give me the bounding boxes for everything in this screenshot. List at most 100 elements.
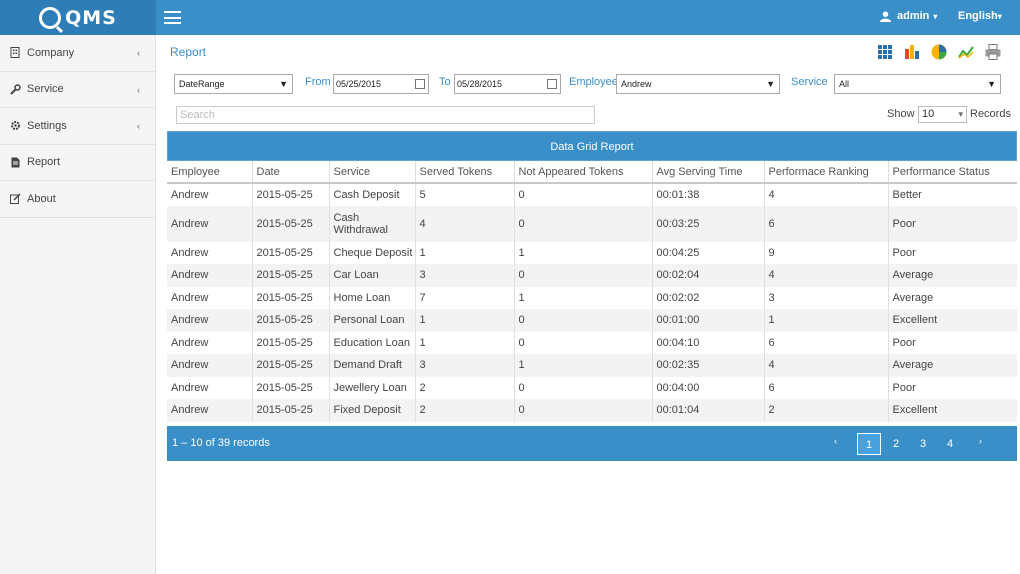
table-cell: 2 — [415, 399, 515, 422]
print-icon[interactable] — [984, 43, 1002, 61]
calendar-icon[interactable] — [415, 79, 425, 89]
service-select[interactable]: All ▼ — [834, 74, 1001, 94]
table-cell: Demand Draft — [329, 354, 416, 377]
table-cell: Andrew — [167, 376, 253, 399]
table-row[interactable]: Andrew 2015-05-25 Cash Deposit 5 0 00:01:38 4 B… — [167, 183, 1017, 206]
pie-chart-icon[interactable] — [930, 43, 948, 61]
table-row[interactable]: Andrew 2015-05-25 Jewellery Loan 2 0 00:04:00… — [167, 376, 1017, 399]
table-cell: 00:04:10 — [652, 331, 765, 354]
table-cell: Better — [892, 188, 922, 201]
from-date-field[interactable]: 05/25/2015 — [333, 74, 429, 94]
sidebar-item-service[interactable]: Service ‹ — [0, 72, 155, 108]
table-cell: Andrew — [167, 183, 253, 206]
table-row[interactable]: Andrew 2015-05-25 Cheque Deposit 1 1 00:04:25… — [167, 241, 1017, 264]
line-chart-icon[interactable] — [957, 43, 975, 61]
column-header[interactable]: Performace Ranking — [764, 161, 889, 184]
sidebar-item-company[interactable]: Company ‹ — [0, 35, 155, 72]
table-cell: Andrew — [167, 286, 253, 309]
table-header-row: Employee Date Service Served Tokens Not … — [167, 161, 1017, 184]
dropdown-arrow-icon: ▼ — [279, 79, 288, 89]
table-cell: 00:01:04 — [652, 399, 765, 422]
hamburger-menu-icon[interactable] — [164, 11, 181, 24]
table-cell: 5 — [415, 183, 515, 206]
edit-icon — [9, 193, 21, 205]
language-menu[interactable]: English▾ — [958, 10, 1002, 22]
table-row[interactable]: Andrew 2015-05-25 Cash Withdrawal 4 0 00:03:2… — [167, 205, 1017, 242]
table-cell: 0 — [514, 264, 653, 287]
logo-text: QMS — [65, 6, 117, 29]
page-1-button[interactable]: 1 — [857, 433, 881, 455]
app-logo[interactable]: QMS — [0, 0, 156, 35]
prev-page-icon[interactable]: ‹ — [834, 436, 837, 446]
to-date-field[interactable]: 05/28/2015 — [454, 74, 561, 94]
table-cell: Andrew — [167, 309, 253, 332]
chevron-left-icon: ‹ — [137, 84, 140, 95]
column-header[interactable]: Employee — [167, 161, 253, 184]
column-header[interactable]: Date — [252, 161, 330, 184]
sidebar-item-settings[interactable]: Settings ‹ — [0, 108, 155, 145]
chevron-down-icon: ▾ — [997, 12, 1002, 21]
table-cell: 00:02:35 — [652, 354, 765, 377]
table-row[interactable]: Andrew 2015-05-25 Home Loan 7 1 00:02:02 3 Aver… — [167, 286, 1017, 309]
main-content: Report DateRange ▼ From 05/25/2015 To 05… — [156, 35, 1020, 574]
table-cell: 1 — [514, 286, 653, 309]
column-header[interactable]: Avg Serving Time — [652, 161, 765, 184]
sidebar-item-label: About — [27, 192, 56, 205]
to-label: To — [439, 76, 451, 88]
table-cell: 2015-05-25 — [252, 286, 330, 309]
page-4-button[interactable]: 4 — [938, 433, 962, 455]
search-input[interactable]: Search — [176, 106, 595, 124]
column-header[interactable]: Served Tokens — [415, 161, 515, 184]
table-cell: 00:01:38 — [652, 183, 765, 206]
user-name: admin — [897, 10, 930, 22]
table-row[interactable]: Andrew 2015-05-25 Demand Draft 3 1 00:02:35 4 A… — [167, 354, 1017, 377]
table-cell: 4 — [764, 183, 889, 206]
column-header[interactable]: Not Appeared Tokens — [514, 161, 653, 184]
bar-chart-icon[interactable] — [903, 43, 921, 61]
table-cell: 2015-05-25 — [252, 264, 330, 287]
top-bar: QMS admin ▾ English▾ — [0, 0, 1020, 35]
table-row[interactable]: Andrew 2015-05-25 Personal Loan 1 0 00:01:00 1… — [167, 309, 1017, 332]
table-cell: 6 — [764, 331, 889, 354]
employee-label: Employee — [569, 76, 618, 88]
table-cell: 1 — [514, 354, 653, 377]
report-table: Employee Date Service Served Tokens Not … — [167, 161, 1017, 422]
sidebar-item-label: Report — [27, 156, 61, 169]
page-size-select[interactable]: 10 ▾ — [918, 106, 967, 123]
table-cell: 2 — [415, 376, 515, 399]
calendar-icon[interactable] — [547, 79, 557, 89]
table-row[interactable]: Andrew 2015-05-25 Car Loan 3 0 00:02:04 4 Avera… — [167, 264, 1017, 287]
sidebar-item-report[interactable]: Report — [0, 145, 155, 181]
employee-value: Andrew — [621, 79, 652, 89]
table-cell: 1 — [764, 309, 889, 332]
employee-select[interactable]: Andrew ▼ — [616, 74, 780, 94]
table-cell: 3 — [415, 354, 515, 377]
table-cell: 9 — [764, 241, 889, 264]
breadcrumb[interactable]: Report — [170, 45, 206, 59]
table-cell: 7 — [415, 286, 515, 309]
table-cell: 1 — [415, 331, 515, 354]
records-info: 1 – 10 of 39 records — [172, 437, 270, 449]
table-cell: Andrew — [167, 399, 253, 422]
table-cell: 0 — [514, 309, 653, 332]
table-cell: Cash Deposit — [329, 183, 416, 206]
next-page-icon[interactable]: › — [979, 436, 982, 446]
user-icon — [880, 10, 891, 22]
table-row[interactable]: Andrew 2015-05-25 Fixed Deposit 2 0 00:01:04 2… — [167, 399, 1017, 422]
service-value: All — [839, 79, 850, 89]
page-2-button[interactable]: 2 — [884, 433, 908, 455]
table-cell: Fixed Deposit — [329, 399, 416, 422]
grid-view-icon[interactable] — [876, 43, 894, 61]
table-cell: 0 — [514, 331, 653, 354]
user-menu[interactable]: admin ▾ — [880, 10, 937, 22]
column-header[interactable]: Performance Status — [888, 161, 1017, 184]
table-cell: Personal Loan — [329, 309, 416, 332]
column-header[interactable]: Service — [329, 161, 416, 184]
page-3-button[interactable]: 3 — [911, 433, 935, 455]
range-type-select[interactable]: DateRange ▼ — [174, 74, 293, 94]
chevron-down-icon: ▾ — [933, 11, 938, 21]
sidebar-item-about[interactable]: About — [0, 181, 155, 218]
table-cell: 0 — [514, 399, 653, 422]
table-cell: Andrew — [167, 331, 253, 354]
table-row[interactable]: Andrew 2015-05-25 Education Loan 1 0 00:04:10… — [167, 331, 1017, 354]
